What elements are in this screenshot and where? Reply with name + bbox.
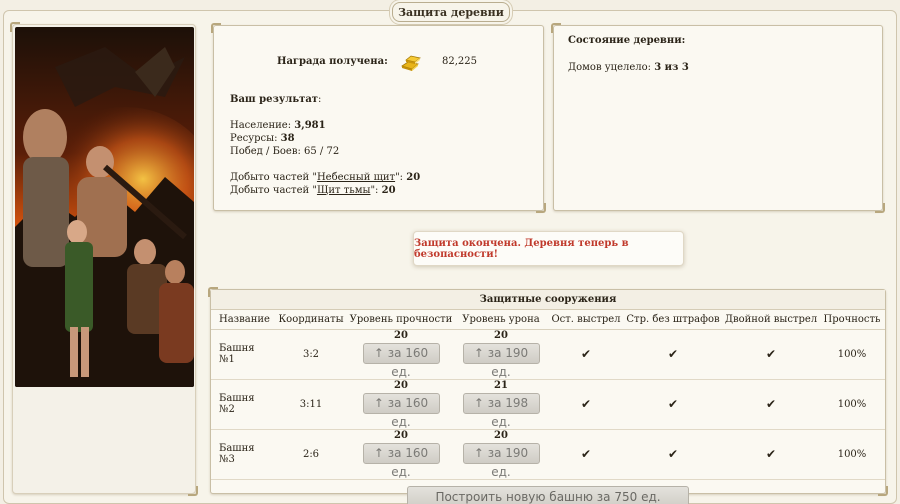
col-coords: Координаты <box>273 310 349 330</box>
page-title: Защита деревни <box>392 2 510 22</box>
reward-label: Награда получена: <box>277 56 388 67</box>
double-shot-check: ✔ <box>723 329 819 380</box>
table-row: Башня №3 2:6 20 ↑ за 160 ед. 20 ↑ за 190 е… <box>211 429 885 480</box>
parts1-suffix: ": <box>395 172 407 183</box>
upgrade-durability-button[interactable]: ↑ за 160 ед. <box>362 342 440 379</box>
upgrade-damage-button[interactable]: ↑ за 190 ед. <box>462 442 540 479</box>
col-durability-level: Уровень прочности <box>349 310 453 330</box>
col-damage-level: Уровень урона <box>453 310 549 330</box>
upgrade-durability-button[interactable]: ↑ за 160 ед. <box>362 392 440 429</box>
stop-shot-check: ✔ <box>549 379 623 430</box>
houses-value: 3 из 3 <box>654 62 689 73</box>
reward-row: Награда получена: 82,225 <box>214 52 543 72</box>
sky-shield-link[interactable]: Небесный щит <box>317 172 395 183</box>
village-state-panel: Состояние деревни: Домов уцелело: 3 из 3 <box>551 23 885 213</box>
parts2-value: 20 <box>381 185 396 196</box>
no-penalty-check: ✔ <box>623 329 723 380</box>
tower-durability: 100% <box>819 429 885 480</box>
houses-line: Домов уцелело: 3 из 3 <box>568 62 689 73</box>
col-no-penalty: Стр. без штрафов <box>623 310 723 330</box>
population-line: Население: 3,981 <box>230 119 420 132</box>
damage-level: 20 <box>494 429 508 441</box>
tower-name: Башня №3 <box>211 429 273 480</box>
tower-durability: 100% <box>819 329 885 380</box>
parts2-prefix: Добыто частей " <box>230 185 317 196</box>
durability-cell: 20 ↑ за 160 ед. <box>349 329 453 380</box>
parts2-suffix: ": <box>370 185 382 196</box>
table-header-row: Название Координаты Уровень прочности Ур… <box>211 310 885 330</box>
tower-coords: 3:11 <box>273 379 349 430</box>
resources-line: Ресурсы: 38 <box>230 132 420 145</box>
population-label: Население: <box>230 120 295 131</box>
col-durability: Прочность <box>819 310 885 330</box>
parts-line-2: Добыто частей "Щит тьмы": 20 <box>230 184 420 197</box>
upgrade-durability-button[interactable]: ↑ за 160 ед. <box>362 442 440 479</box>
resources-label: Ресурсы: <box>230 133 281 144</box>
col-stop-shot: Ост. выстрел <box>549 310 623 330</box>
result-block: Ваш результат: Население: 3,981 Ресурсы:… <box>230 93 420 197</box>
wins-label: Побед / Боев: <box>230 146 305 157</box>
table-row: Башня №2 3:11 20 ↑ за 160 ед. 21 ↑ за 198 … <box>211 379 885 430</box>
durability-level: 20 <box>394 379 408 391</box>
durability-cell: 20 ↑ за 160 ед. <box>349 379 453 430</box>
stop-shot-check: ✔ <box>549 329 623 380</box>
damage-cell: 21 ↑ за 198 ед. <box>453 379 549 430</box>
warriors-artwork <box>15 27 194 387</box>
damage-cell: 20 ↑ за 190 ед. <box>453 429 549 480</box>
houses-label: Домов уцелело: <box>568 62 655 73</box>
double-shot-check: ✔ <box>723 429 819 480</box>
defense-ended-notice: Защита окончена. Деревня теперь в безопа… <box>413 231 684 266</box>
gold-bars-icon <box>400 52 422 72</box>
durability-level: 20 <box>394 329 408 341</box>
no-penalty-check: ✔ <box>623 429 723 480</box>
wins-line: Побед / Боев: 65 / 72 <box>230 145 420 158</box>
artwork-panel <box>10 22 198 496</box>
col-double-shot: Двойной выстрел <box>723 310 819 330</box>
result-title: Ваш результат <box>230 94 319 105</box>
upgrade-damage-button[interactable]: ↑ за 198 ед. <box>462 392 540 429</box>
damage-level: 21 <box>494 379 508 391</box>
defense-title: Защитные сооружения <box>211 290 885 310</box>
tower-coords: 2:6 <box>273 429 349 480</box>
durability-level: 20 <box>394 429 408 441</box>
double-shot-check: ✔ <box>723 379 819 430</box>
wins-value: 65 / 72 <box>304 146 340 157</box>
reward-value: 82,225 <box>442 56 477 67</box>
tower-coords: 3:2 <box>273 329 349 380</box>
damage-level: 20 <box>494 329 508 341</box>
table-row: Башня №1 3:2 20 ↑ за 160 ед. 20 ↑ за 190 е… <box>211 329 885 380</box>
damage-cell: 20 ↑ за 190 ед. <box>453 329 549 380</box>
upgrade-damage-button[interactable]: ↑ за 190 ед. <box>462 342 540 379</box>
towers-table: Название Координаты Уровень прочности Ур… <box>211 310 885 480</box>
parts1-value: 20 <box>406 172 421 183</box>
village-state-title: Состояние деревни: <box>568 35 686 46</box>
tower-name: Башня №2 <box>211 379 273 430</box>
resources-value: 38 <box>280 133 295 144</box>
parts1-prefix: Добыто частей " <box>230 172 317 183</box>
col-name: Название <box>211 310 273 330</box>
tower-name: Башня №1 <box>211 329 273 380</box>
tower-durability: 100% <box>819 379 885 430</box>
population-value: 3,981 <box>294 120 326 131</box>
stop-shot-check: ✔ <box>549 429 623 480</box>
dark-shield-link[interactable]: Щит тьмы <box>317 185 371 196</box>
reward-panel: Награда получена: 82,225 Ваш результат: … <box>211 23 546 213</box>
parts-line-1: Добыто частей "Небесный щит": 20 <box>230 171 420 184</box>
durability-cell: 20 ↑ за 160 ед. <box>349 429 453 480</box>
no-penalty-check: ✔ <box>623 379 723 430</box>
defense-structures-panel: Защитные сооружения Название Координаты … <box>208 287 888 504</box>
result-title-colon: : <box>318 94 322 105</box>
build-tower-button[interactable]: Построить новую башню за 750 ед. ресурсо… <box>407 486 689 504</box>
build-row: Построить новую башню за 750 ед. ресурсо… <box>211 480 885 504</box>
